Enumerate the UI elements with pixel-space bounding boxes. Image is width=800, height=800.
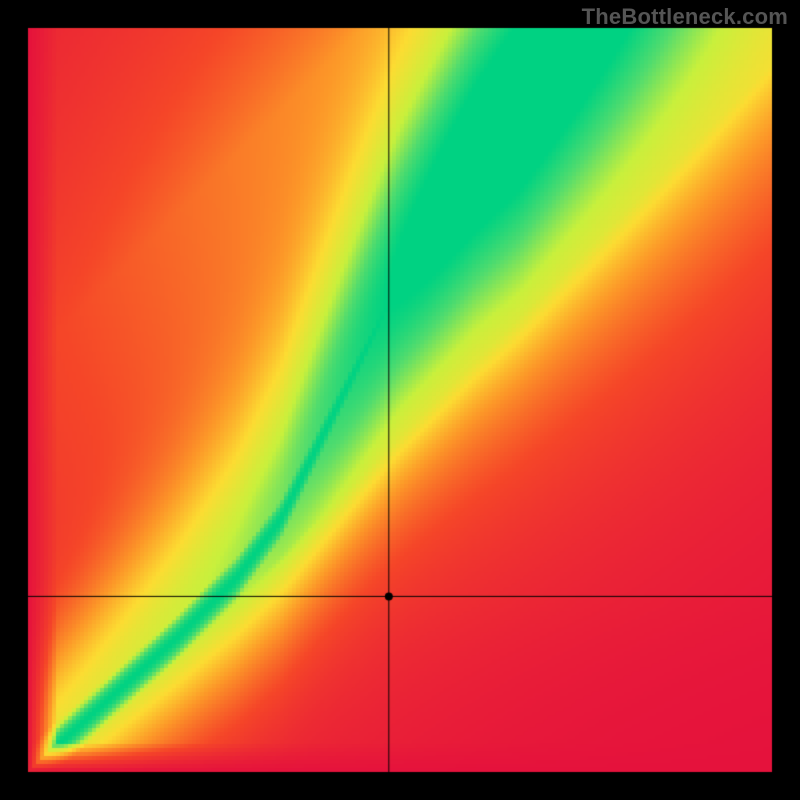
heatmap-canvas (0, 0, 800, 800)
bottleneck-heatmap (0, 0, 800, 800)
watermark-text: TheBottleneck.com (582, 4, 788, 30)
